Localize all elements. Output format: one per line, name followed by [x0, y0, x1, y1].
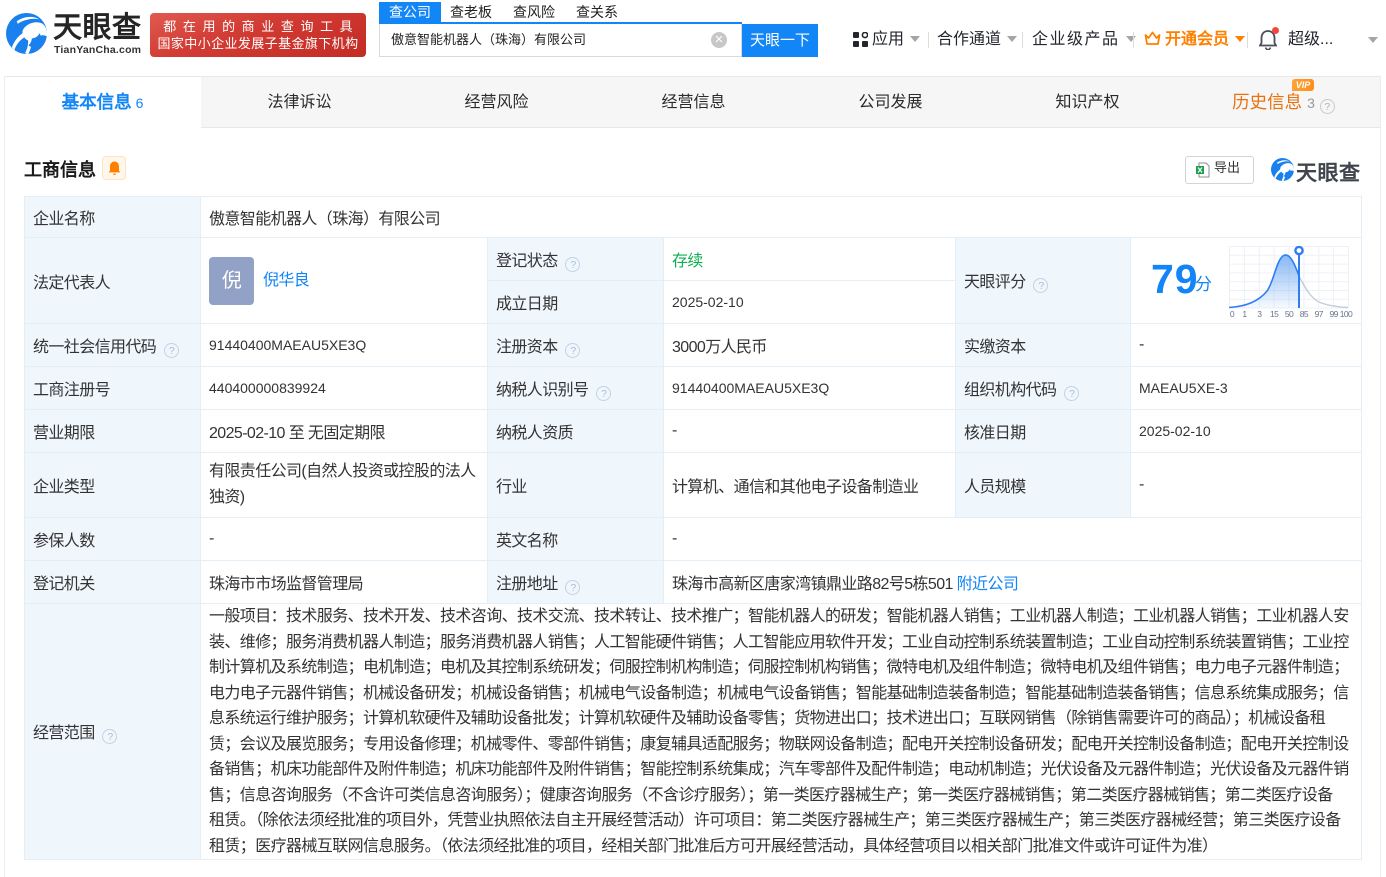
svg-text:1: 1 — [1242, 309, 1247, 319]
svg-text:97: 97 — [1315, 309, 1324, 319]
svg-text:0: 0 — [1230, 309, 1235, 319]
svg-text:50: 50 — [1285, 309, 1294, 319]
svg-text:15: 15 — [1270, 309, 1279, 319]
svg-text:3: 3 — [1257, 309, 1262, 319]
svg-text:100: 100 — [1340, 309, 1353, 319]
svg-text:99: 99 — [1329, 309, 1338, 319]
svg-text:85: 85 — [1300, 309, 1309, 319]
